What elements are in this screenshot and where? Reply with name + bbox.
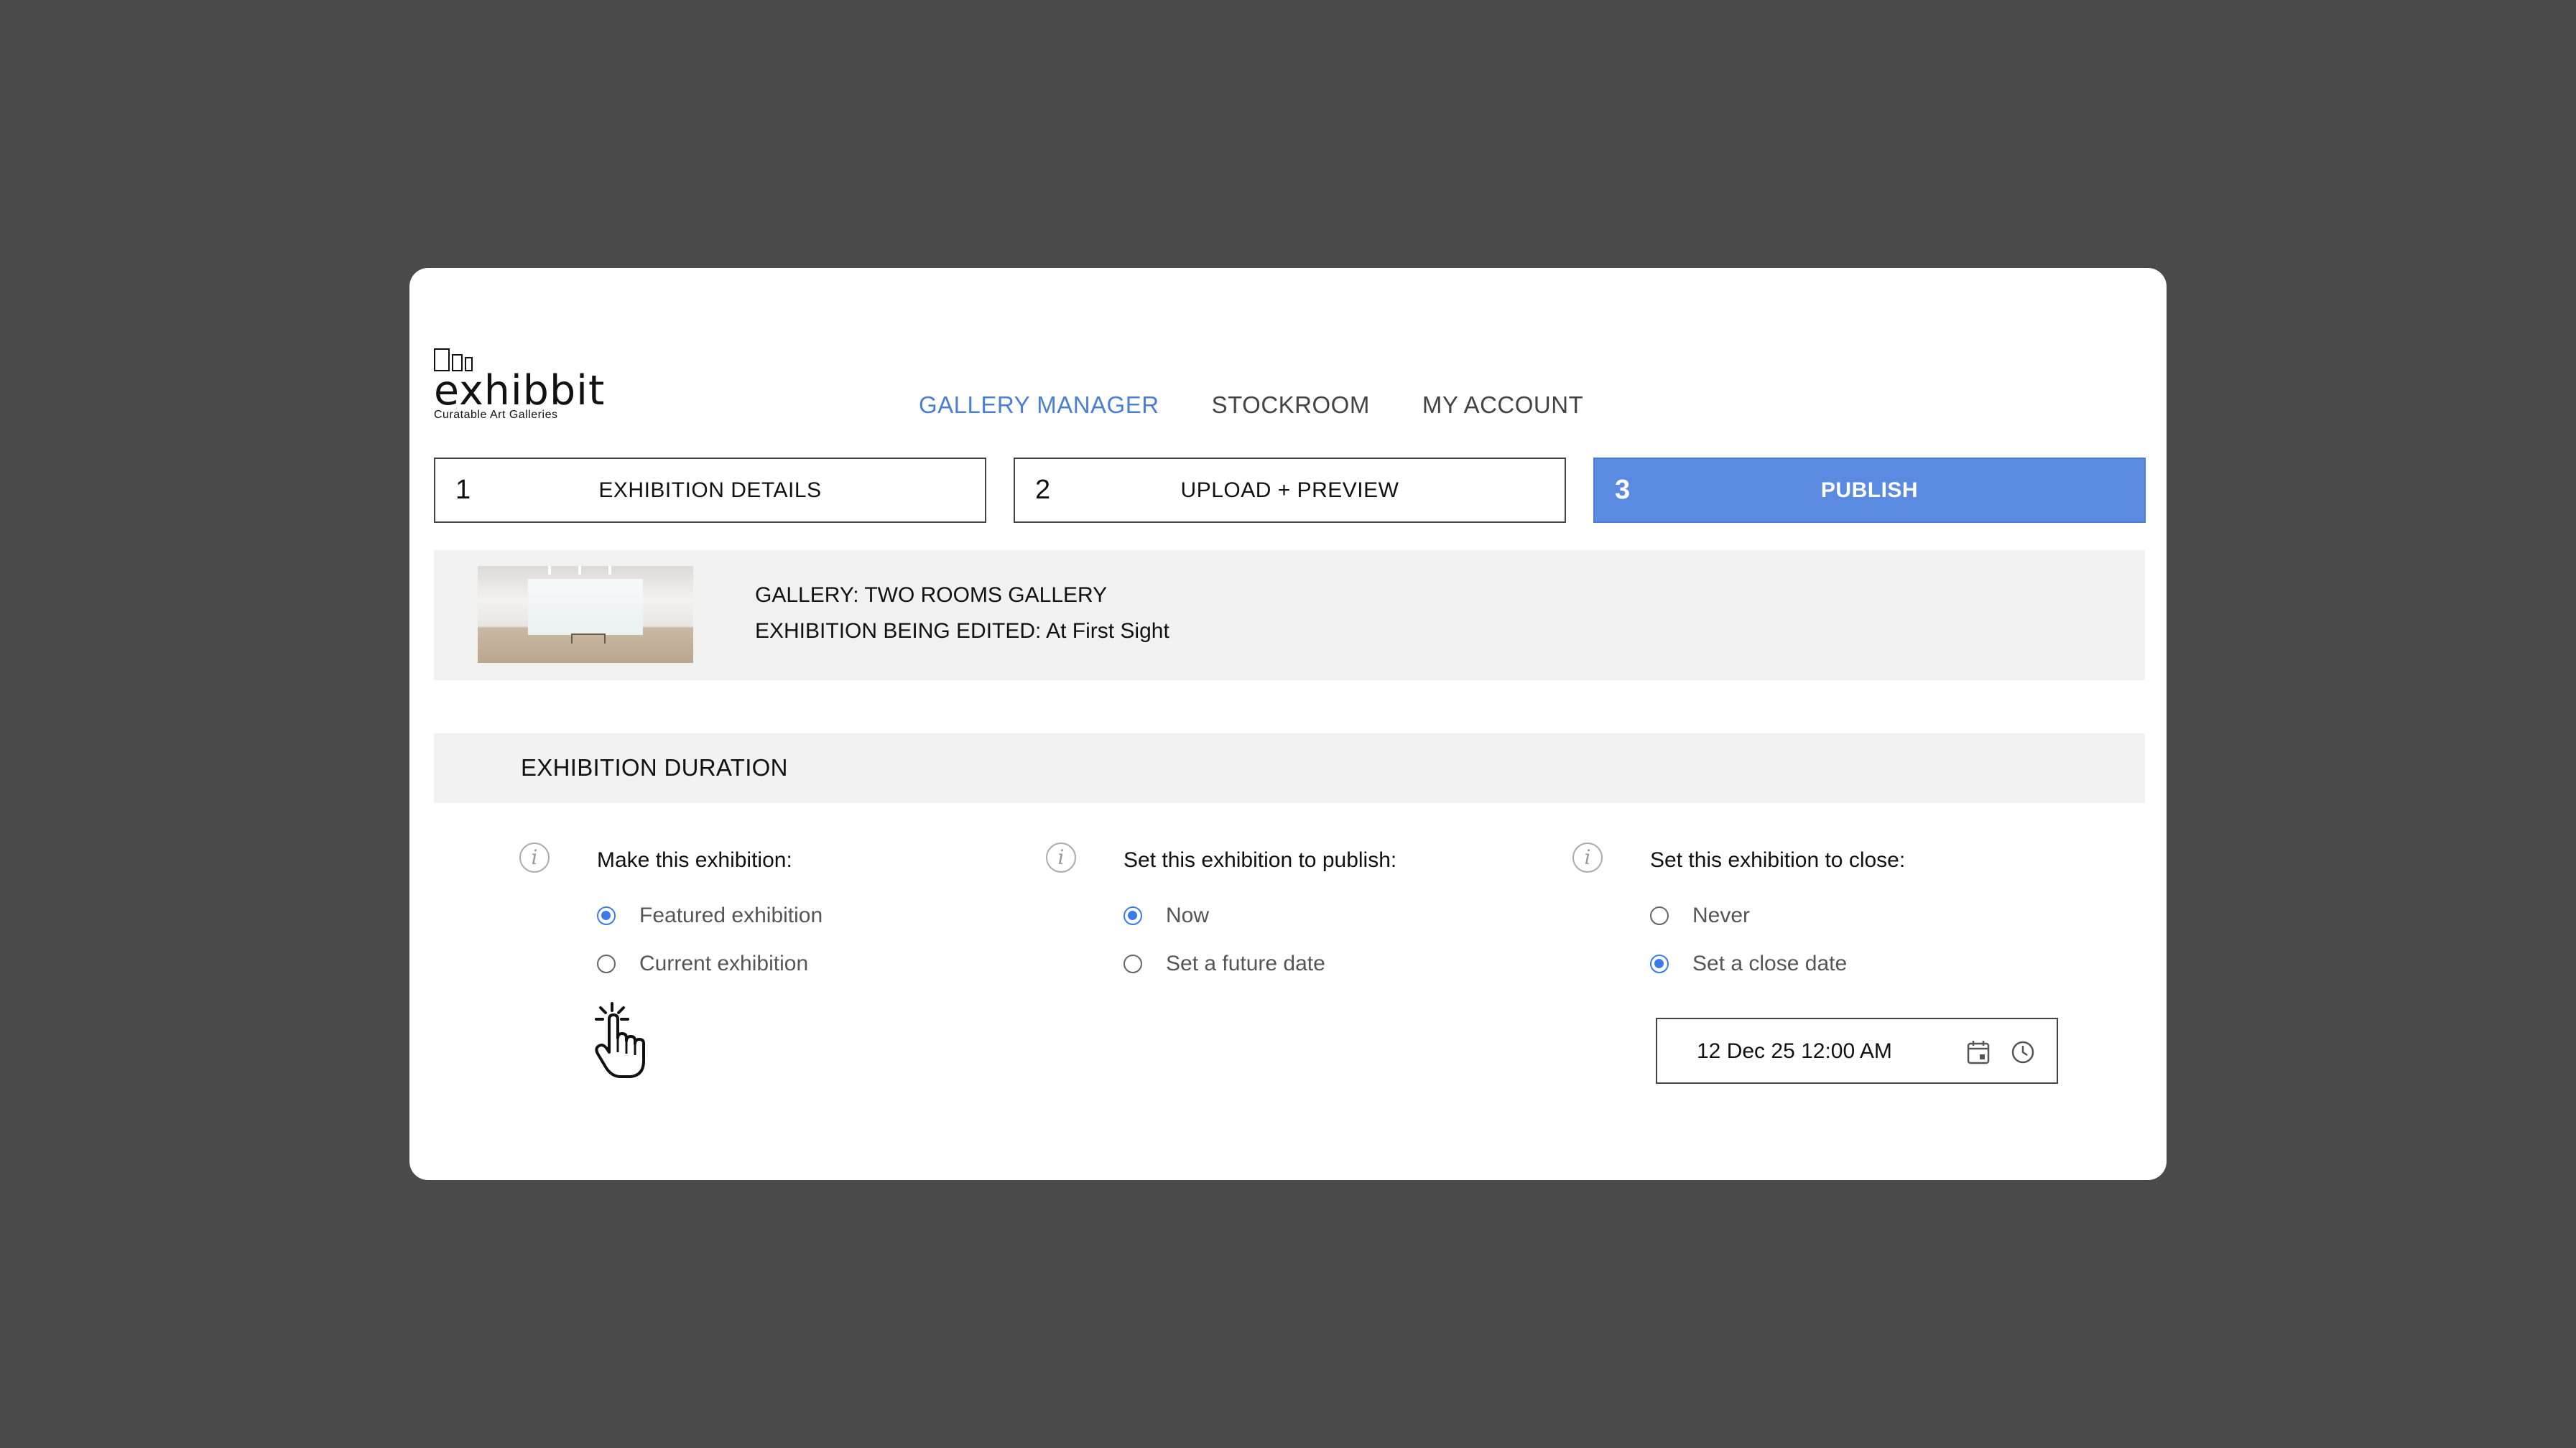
step-number: 2 — [1035, 475, 1051, 505]
step-number: 3 — [1615, 475, 1631, 505]
top-nav: GALLERY MANAGER STOCKROOM MY ACCOUNT — [919, 391, 1583, 419]
step-publish[interactable]: 3 PUBLISH — [1593, 458, 2146, 523]
duration-header: EXHIBITION DURATION — [434, 733, 2145, 803]
gallery-name: GALLERY: TWO ROOMS GALLERY — [755, 583, 1108, 607]
info-icon[interactable]: i — [1572, 843, 1603, 873]
step-label: UPLOAD + PREVIEW — [1180, 478, 1399, 502]
nav-gallery-manager[interactable]: GALLERY MANAGER — [919, 391, 1159, 419]
option-label: Set a close date — [1692, 952, 1848, 975]
step-label: PUBLISH — [1820, 478, 1919, 502]
publish-future-date-radio[interactable]: Set a future date — [1123, 952, 1325, 976]
close-date-input[interactable]: 12 Dec 25 12:00 AM — [1656, 1018, 2058, 1084]
clock-icon[interactable] — [2011, 1039, 2035, 1069]
nav-stockroom[interactable]: STOCKROOM — [1212, 391, 1370, 419]
option-label: Set a future date — [1166, 952, 1325, 975]
current-exhibition-radio[interactable]: Current exhibition — [597, 952, 808, 976]
step-number: 1 — [455, 475, 471, 505]
logo[interactable]: exhibbit Curatable Art Galleries — [434, 347, 605, 422]
publish-timing-title: Set this exhibition to publish: — [1123, 848, 1397, 872]
calendar-icon[interactable] — [1966, 1039, 1991, 1069]
publish-now-radio[interactable]: Now — [1123, 904, 1209, 928]
option-label: Never — [1692, 904, 1751, 927]
gallery-thumbnail — [478, 566, 693, 663]
main-card: exhibbit Curatable Art Galleries GALLERY… — [409, 268, 2167, 1180]
close-never-radio[interactable]: Never — [1650, 904, 1750, 928]
step-upload-preview[interactable]: 2 UPLOAD + PREVIEW — [1014, 458, 1566, 523]
gallery-info-panel: GALLERY: TWO ROOMS GALLERY EXHIBITION BE… — [434, 550, 2145, 680]
option-label: Current exhibition — [639, 952, 809, 975]
close-timing-title: Set this exhibition to close: — [1650, 848, 1906, 872]
exhibition-name: EXHIBITION BEING EDITED: At First Sight — [755, 619, 1169, 643]
radio-unselected[interactable] — [1650, 906, 1669, 925]
radio-selected[interactable] — [1123, 906, 1142, 925]
radio-selected[interactable] — [597, 906, 616, 925]
step-tabs: 1 EXHIBITION DETAILS 2 UPLOAD + PREVIEW … — [434, 458, 2146, 523]
duration-title: EXHIBITION DURATION — [521, 754, 788, 781]
exhibition-type-title: Make this exhibition: — [597, 848, 792, 872]
option-label: Featured exhibition — [639, 904, 823, 927]
radio-unselected[interactable] — [1123, 955, 1142, 973]
step-label: EXHIBITION DETAILS — [598, 478, 822, 502]
radio-unselected[interactable] — [597, 955, 616, 973]
radio-selected[interactable] — [1650, 955, 1669, 973]
step-exhibition-details[interactable]: 1 EXHIBITION DETAILS — [434, 458, 986, 523]
info-icon[interactable]: i — [519, 843, 550, 873]
info-icon[interactable]: i — [1046, 843, 1076, 873]
nav-my-account[interactable]: MY ACCOUNT — [1422, 391, 1583, 419]
pointer-hand-cursor-icon — [593, 1001, 651, 1085]
close-set-date-radio[interactable]: Set a close date — [1650, 952, 1847, 976]
close-date-value[interactable]: 12 Dec 25 12:00 AM — [1697, 1039, 1892, 1064]
featured-exhibition-radio[interactable]: Featured exhibition — [597, 904, 823, 928]
logo-name: exhibbit — [434, 367, 606, 414]
option-label: Now — [1166, 904, 1210, 927]
